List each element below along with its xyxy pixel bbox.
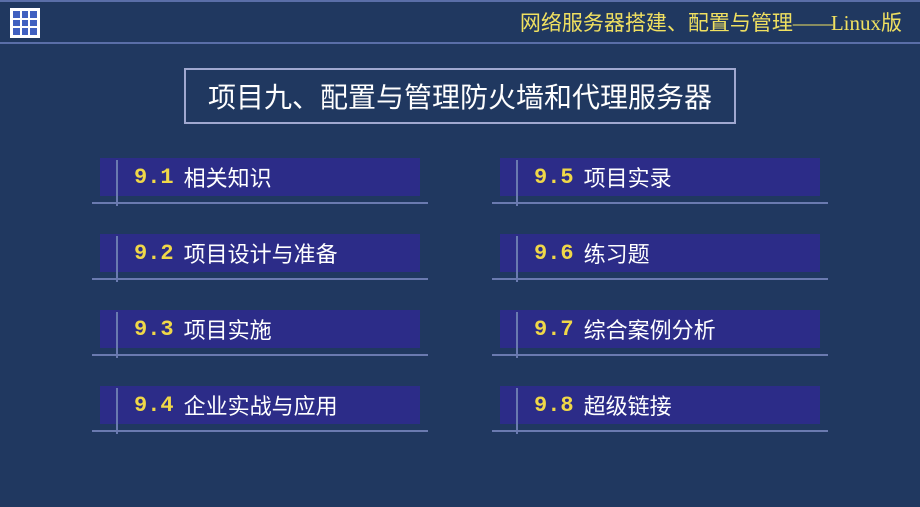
item-underline bbox=[492, 278, 828, 280]
toc-item[interactable]: 9.5 项目实录 bbox=[500, 158, 820, 206]
item-vertical-line bbox=[516, 236, 518, 282]
header-title-suffix: Linux版 bbox=[831, 11, 902, 35]
toc-left-column: 9.1 相关知识 9.2 项目设计与准备 9.3 项目实施 9.4 bbox=[100, 158, 420, 434]
item-bar: 9.6 练习题 bbox=[500, 234, 820, 272]
item-number: 9.6 bbox=[534, 241, 574, 266]
item-underline bbox=[92, 278, 428, 280]
toc-item[interactable]: 9.3 项目实施 bbox=[100, 310, 420, 358]
item-number: 9.3 bbox=[134, 317, 174, 342]
item-vertical-line bbox=[516, 160, 518, 206]
item-vertical-line bbox=[116, 160, 118, 206]
slide-title: 项目九、配置与管理防火墙和代理服务器 bbox=[184, 68, 736, 124]
item-label: 项目设计与准备 bbox=[184, 237, 338, 269]
item-number: 9.1 bbox=[134, 165, 174, 190]
item-label: 企业实战与应用 bbox=[184, 389, 338, 421]
header-title-prefix: 网络服务器搭建、配置与管理 bbox=[520, 11, 793, 35]
item-bar: 9.7 综合案例分析 bbox=[500, 310, 820, 348]
item-label: 项目实录 bbox=[584, 161, 672, 193]
toc-item[interactable]: 9.1 相关知识 bbox=[100, 158, 420, 206]
toc-item[interactable]: 9.4 企业实战与应用 bbox=[100, 386, 420, 434]
header-title: 网络服务器搭建、配置与管理——Linux版 bbox=[520, 7, 902, 37]
item-bar: 9.3 项目实施 bbox=[100, 310, 420, 348]
item-number: 9.4 bbox=[134, 393, 174, 418]
item-bar: 9.5 项目实录 bbox=[500, 158, 820, 196]
item-bar: 9.8 超级链接 bbox=[500, 386, 820, 424]
item-label: 超级链接 bbox=[584, 389, 672, 421]
toc-item[interactable]: 9.7 综合案例分析 bbox=[500, 310, 820, 358]
item-vertical-line bbox=[116, 312, 118, 358]
item-underline bbox=[492, 202, 828, 204]
toc-columns: 9.1 相关知识 9.2 项目设计与准备 9.3 项目实施 9.4 bbox=[0, 158, 920, 434]
item-vertical-line bbox=[116, 388, 118, 434]
item-underline bbox=[92, 354, 428, 356]
item-vertical-line bbox=[516, 312, 518, 358]
item-label: 相关知识 bbox=[184, 161, 272, 193]
toc-item[interactable]: 9.2 项目设计与准备 bbox=[100, 234, 420, 282]
item-number: 9.7 bbox=[534, 317, 574, 342]
toc-item[interactable]: 9.8 超级链接 bbox=[500, 386, 820, 434]
item-vertical-line bbox=[516, 388, 518, 434]
item-bar: 9.1 相关知识 bbox=[100, 158, 420, 196]
item-label: 练习题 bbox=[584, 237, 650, 269]
item-underline bbox=[492, 430, 828, 432]
item-bar: 9.2 项目设计与准备 bbox=[100, 234, 420, 272]
item-vertical-line bbox=[116, 236, 118, 282]
grid-icon[interactable] bbox=[10, 8, 40, 38]
item-label: 项目实施 bbox=[184, 313, 272, 345]
item-underline bbox=[92, 202, 428, 204]
item-label: 综合案例分析 bbox=[584, 313, 716, 345]
toc-right-column: 9.5 项目实录 9.6 练习题 9.7 综合案例分析 9.8 bbox=[500, 158, 820, 434]
item-number: 9.8 bbox=[534, 393, 574, 418]
item-underline bbox=[92, 430, 428, 432]
toc-item[interactable]: 9.6 练习题 bbox=[500, 234, 820, 282]
item-bar: 9.4 企业实战与应用 bbox=[100, 386, 420, 424]
item-number: 9.5 bbox=[534, 165, 574, 190]
item-underline bbox=[492, 354, 828, 356]
header-title-dash: —— bbox=[793, 11, 831, 35]
header-bar: 网络服务器搭建、配置与管理——Linux版 bbox=[0, 0, 920, 44]
item-number: 9.2 bbox=[134, 241, 174, 266]
